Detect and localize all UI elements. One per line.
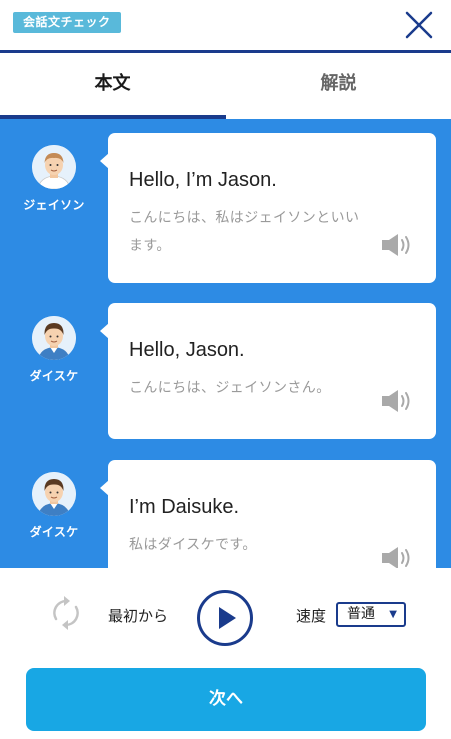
speaker: ダイスケ — [14, 472, 94, 540]
speaker-name: ジェイソン — [23, 198, 85, 212]
audio-speaker-icon[interactable] — [380, 231, 416, 259]
message-bubble: I’m Daisuke. 私はダイスケです。 — [100, 460, 436, 568]
tab-explanation[interactable]: 解説 — [226, 53, 451, 119]
speaker: ダイスケ — [14, 316, 94, 384]
conversation-area[interactable]: ジェイソン Hello, I’m Jason. こんにちは、私はジェイソンといい… — [0, 119, 451, 568]
english-text: I’m Daisuke. — [129, 496, 240, 518]
avatar — [32, 316, 76, 360]
tab-main-text[interactable]: 本文 — [0, 53, 225, 119]
speed-label: 速度 — [296, 607, 327, 625]
audio-speaker-icon[interactable] — [380, 544, 416, 568]
section-badge: 会話文チェック — [13, 12, 121, 33]
message-bubble: Hello, Jason. こんにちは、ジェイソンさん。 — [100, 303, 436, 439]
speed-dropdown[interactable]: 普通 ▼ — [336, 602, 406, 627]
message-bubble: Hello, I’m Jason. こんにちは、私はジェイソンといいます。 — [100, 133, 436, 283]
repeat-icon[interactable] — [50, 595, 82, 631]
next-button[interactable]: 次へ — [26, 668, 426, 731]
english-text: Hello, Jason. — [129, 339, 245, 361]
avatar — [32, 145, 76, 189]
avatar — [32, 472, 76, 516]
play-icon — [219, 607, 236, 629]
tab-bar: 本文 解説 — [0, 53, 451, 119]
speed-value: 普通 — [347, 606, 375, 622]
japanese-translation: こんにちは、私はジェイソンといいます。 — [129, 210, 360, 254]
restart-from-beginning-button[interactable]: 最初から — [108, 605, 168, 626]
header: 会話文チェック — [0, 0, 451, 56]
english-text: Hello, I’m Jason. — [129, 169, 277, 191]
speaker-name: ダイスケ — [29, 525, 79, 539]
japanese-translation: 私はダイスケです。 — [129, 537, 257, 553]
audio-speaker-icon[interactable] — [380, 387, 416, 415]
close-icon[interactable] — [404, 10, 434, 40]
japanese-translation: こんにちは、ジェイソンさん。 — [129, 380, 331, 396]
caret-down-icon: ▼ — [389, 609, 397, 620]
speaker-name: ダイスケ — [29, 369, 79, 383]
play-button[interactable] — [197, 590, 253, 646]
speaker: ジェイソン — [14, 145, 94, 213]
